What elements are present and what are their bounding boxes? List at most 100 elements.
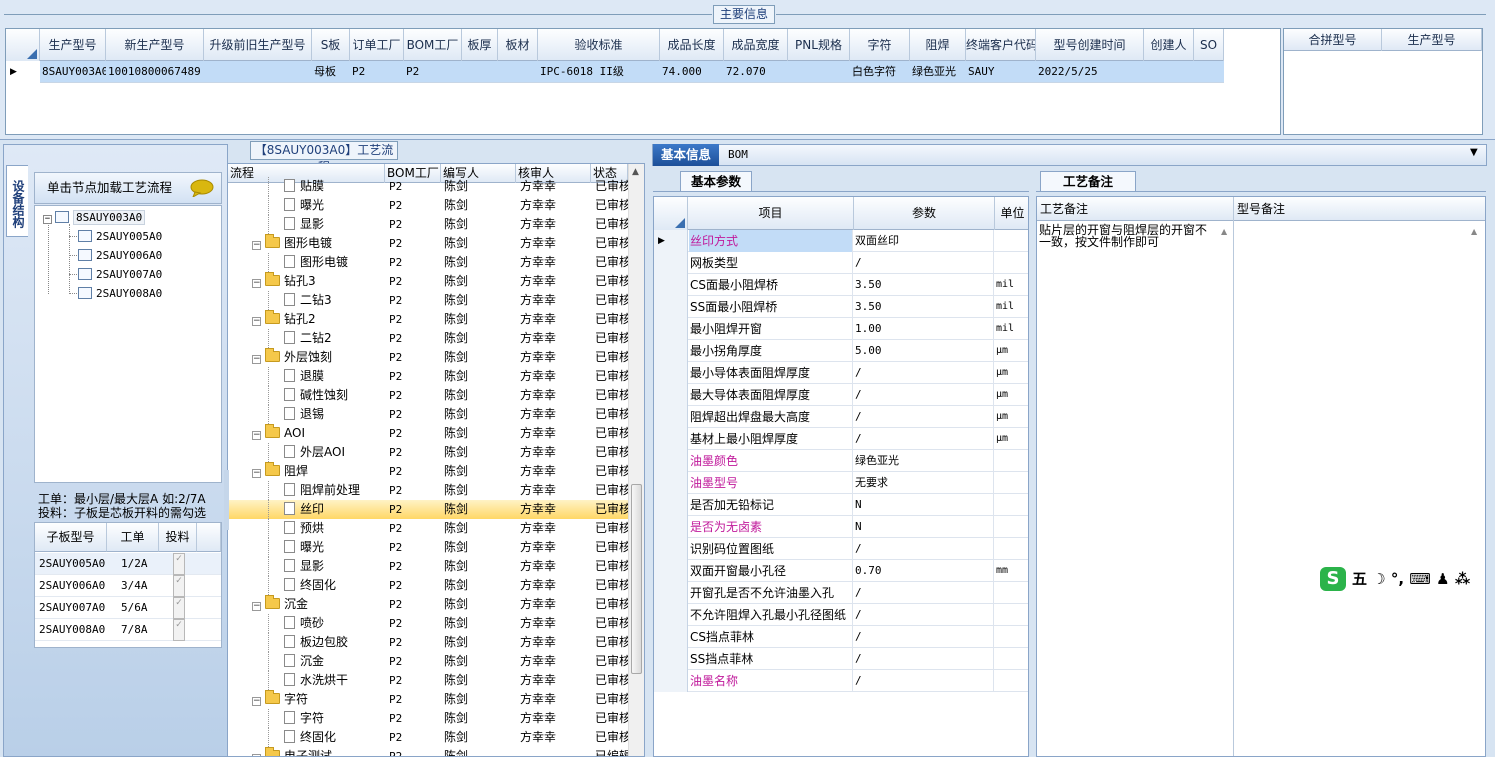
param-row[interactable]: 油墨颜色 绿色亚光 xyxy=(654,450,1028,472)
scroll-up-icon[interactable]: ▲ xyxy=(632,167,639,177)
flow-step[interactable]: 沉金 P2 陈剑 方幸幸 已审核 xyxy=(228,652,628,671)
param-value[interactable]: 0.70 xyxy=(854,560,994,582)
row-indicator[interactable] xyxy=(654,340,688,362)
param-value[interactable]: / xyxy=(854,604,994,626)
main-cell[interactable]: P2 xyxy=(404,61,462,83)
collapse-icon[interactable]: − xyxy=(252,279,261,288)
param-value[interactable]: 5.00 xyxy=(854,340,994,362)
collapse-icon[interactable]: − xyxy=(252,431,261,440)
row-indicator[interactable] xyxy=(654,516,688,538)
flow-step[interactable]: 曝光 P2 陈剑 方幸幸 已审核 xyxy=(228,196,628,215)
tree-node-child[interactable]: 2SAUY007A0 xyxy=(78,266,162,283)
param-row[interactable]: 是否加无铅标记 N xyxy=(654,494,1028,516)
param-row[interactable]: CS面最小阻焊桥 3.50 mil xyxy=(654,274,1028,296)
flow-step[interactable]: 外层AOI P2 陈剑 方幸幸 已审核 xyxy=(228,443,628,462)
collapse-icon[interactable]: − xyxy=(252,355,261,364)
process-note-textarea[interactable]: 贴片层的开窗与阻焊层的开窗不 一致，按文件制作即可 xyxy=(1039,224,1214,248)
sub-board-row[interactable]: 2SAUY008A0 7/8A ✓ xyxy=(35,619,221,641)
tab-device-structure[interactable]: 设备结构 xyxy=(6,165,28,237)
flow-step[interactable]: 二钻2 P2 陈剑 方幸幸 已审核 xyxy=(228,329,628,348)
tree-node-child[interactable]: 2SAUY005A0 xyxy=(78,228,162,245)
feed-checkbox[interactable]: ✓ xyxy=(173,597,185,619)
main-cell[interactable]: 8SAUY003A0 xyxy=(40,61,106,83)
sub-col-feed[interactable]: 投料 xyxy=(159,523,197,552)
merge-col-model[interactable]: 生产型号 xyxy=(1382,29,1482,51)
main-grid-row[interactable]: ▶ 8SAUY003A0 10010800067489 母板 P2 P2 IPC-6018 … xyxy=(6,61,1224,83)
param-value[interactable]: N xyxy=(854,516,994,538)
row-indicator[interactable] xyxy=(654,494,688,516)
param-value[interactable]: 3.50 xyxy=(854,296,994,318)
flow-step[interactable]: 喷砂 P2 陈剑 方幸幸 已审核 xyxy=(228,614,628,633)
main-cell[interactable] xyxy=(788,61,850,83)
flow-step[interactable]: 退膜 P2 陈剑 方幸幸 已审核 xyxy=(228,367,628,386)
collapse-icon[interactable]: − xyxy=(252,469,261,478)
tree-node-root[interactable]: − 8SAUY003A0 xyxy=(43,209,146,226)
main-cell[interactable] xyxy=(498,61,538,83)
splitter-right[interactable] xyxy=(1030,196,1035,757)
param-row[interactable]: 网板类型 / xyxy=(654,252,1028,274)
params-col-value[interactable]: 参数 xyxy=(854,197,995,230)
speech-bubble-icon[interactable] xyxy=(190,179,214,197)
row-indicator[interactable] xyxy=(654,252,688,274)
scroll-up-icon[interactable]: ▲ xyxy=(1221,227,1227,236)
param-row[interactable]: 开窗孔是否不允许油墨入孔 / xyxy=(654,582,1028,604)
main-col-header[interactable]: S板 xyxy=(312,29,350,61)
main-col-header[interactable]: 成品宽度 xyxy=(724,29,788,61)
param-value[interactable]: 无要求 xyxy=(854,472,994,494)
row-indicator[interactable] xyxy=(654,560,688,582)
param-row[interactable]: SS面最小阻焊桥 3.50 mil xyxy=(654,296,1028,318)
main-col-header[interactable]: 字符 xyxy=(850,29,910,61)
param-row[interactable]: 阻焊超出焊盘最大高度 / μm xyxy=(654,406,1028,428)
main-cell[interactable]: P2 xyxy=(350,61,404,83)
param-row[interactable]: 识别码位置图纸 / xyxy=(654,538,1028,560)
row-indicator[interactable] xyxy=(654,626,688,648)
tab-bom[interactable]: BOM xyxy=(728,144,748,166)
params-col-item[interactable]: 项目 xyxy=(688,197,854,230)
param-value[interactable]: / xyxy=(854,626,994,648)
main-col-header[interactable]: 创建人 xyxy=(1144,29,1194,61)
flow-step-group[interactable]: − 外层蚀刻 P2 陈剑 方幸幸 已审核 xyxy=(228,348,628,367)
structure-tree[interactable]: − 8SAUY003A0 2SAUY005A0 2SAUY006A0 2SAUY0… xyxy=(34,205,222,483)
row-indicator[interactable] xyxy=(654,318,688,340)
param-row[interactable]: 最小阻焊开窗 1.00 mil xyxy=(654,318,1028,340)
sub-board-grid[interactable]: 子板型号 工单 投料 2SAUY005A0 1/2A ✓ 2SAUY006A0 3/4A… xyxy=(34,522,222,648)
sub-board-row[interactable]: 2SAUY005A0 1/2A ✓ xyxy=(35,553,221,575)
row-indicator[interactable] xyxy=(654,648,688,670)
merge-col-merged-model[interactable]: 合拼型号 xyxy=(1284,29,1382,51)
row-indicator[interactable] xyxy=(654,538,688,560)
main-cell[interactable] xyxy=(1144,61,1194,83)
flow-step[interactable]: 阻焊前处理 P2 陈剑 方幸幸 已审核 xyxy=(228,481,628,500)
main-cell[interactable]: 白色字符 xyxy=(850,61,910,83)
flow-step-group[interactable]: − 沉金 P2 陈剑 方幸幸 已审核 xyxy=(228,595,628,614)
params-col-unit[interactable]: 单位 xyxy=(995,197,1028,230)
flow-step-group[interactable]: − AOI P2 陈剑 方幸幸 已审核 xyxy=(228,424,628,443)
main-col-header[interactable]: SO xyxy=(1194,29,1224,61)
main-col-header[interactable]: 成品长度 xyxy=(660,29,724,61)
flow-step[interactable]: 显影 P2 陈剑 方幸幸 已审核 xyxy=(228,215,628,234)
ime-status-icons[interactable]: 五 ☽ °, ⌨ ♟ ⁂ xyxy=(1352,568,1470,589)
collapse-icon[interactable]: − xyxy=(43,215,52,224)
main-cell[interactable]: SAUY xyxy=(966,61,1036,83)
feed-checkbox[interactable]: ✓ xyxy=(173,619,185,641)
param-row[interactable]: 油墨名称 / xyxy=(654,670,1028,692)
ime-toolbar[interactable]: S 五 ☽ °, ⌨ ♟ ⁂ xyxy=(1320,566,1483,592)
param-value[interactable]: 1.00 xyxy=(854,318,994,340)
flow-step[interactable]: 曝光 P2 陈剑 方幸幸 已审核 xyxy=(228,538,628,557)
flow-step[interactable]: 终固化 P2 陈剑 方幸幸 已审核 xyxy=(228,576,628,595)
param-value[interactable]: / xyxy=(854,362,994,384)
main-cell[interactable] xyxy=(204,61,312,83)
param-value[interactable]: / xyxy=(854,538,994,560)
param-row[interactable]: 油墨型号 无要求 xyxy=(654,472,1028,494)
feed-checkbox[interactable]: ✓ xyxy=(173,553,185,575)
param-row[interactable]: 最大导体表面阻焊厚度 / μm xyxy=(654,384,1028,406)
ime-logo-icon[interactable]: S xyxy=(1320,567,1346,591)
main-cell[interactable]: 绿色亚光 xyxy=(910,61,966,83)
row-indicator[interactable] xyxy=(654,428,688,450)
splitter-middle[interactable] xyxy=(646,144,651,757)
collapse-icon[interactable]: − xyxy=(252,697,261,706)
tree-node-child[interactable]: 2SAUY008A0 xyxy=(78,285,162,302)
main-cell[interactable]: 10010800067489 xyxy=(106,61,204,83)
row-indicator[interactable] xyxy=(654,406,688,428)
row-indicator[interactable] xyxy=(654,362,688,384)
flow-step-group[interactable]: − 阻焊 P2 陈剑 方幸幸 已审核 xyxy=(228,462,628,481)
